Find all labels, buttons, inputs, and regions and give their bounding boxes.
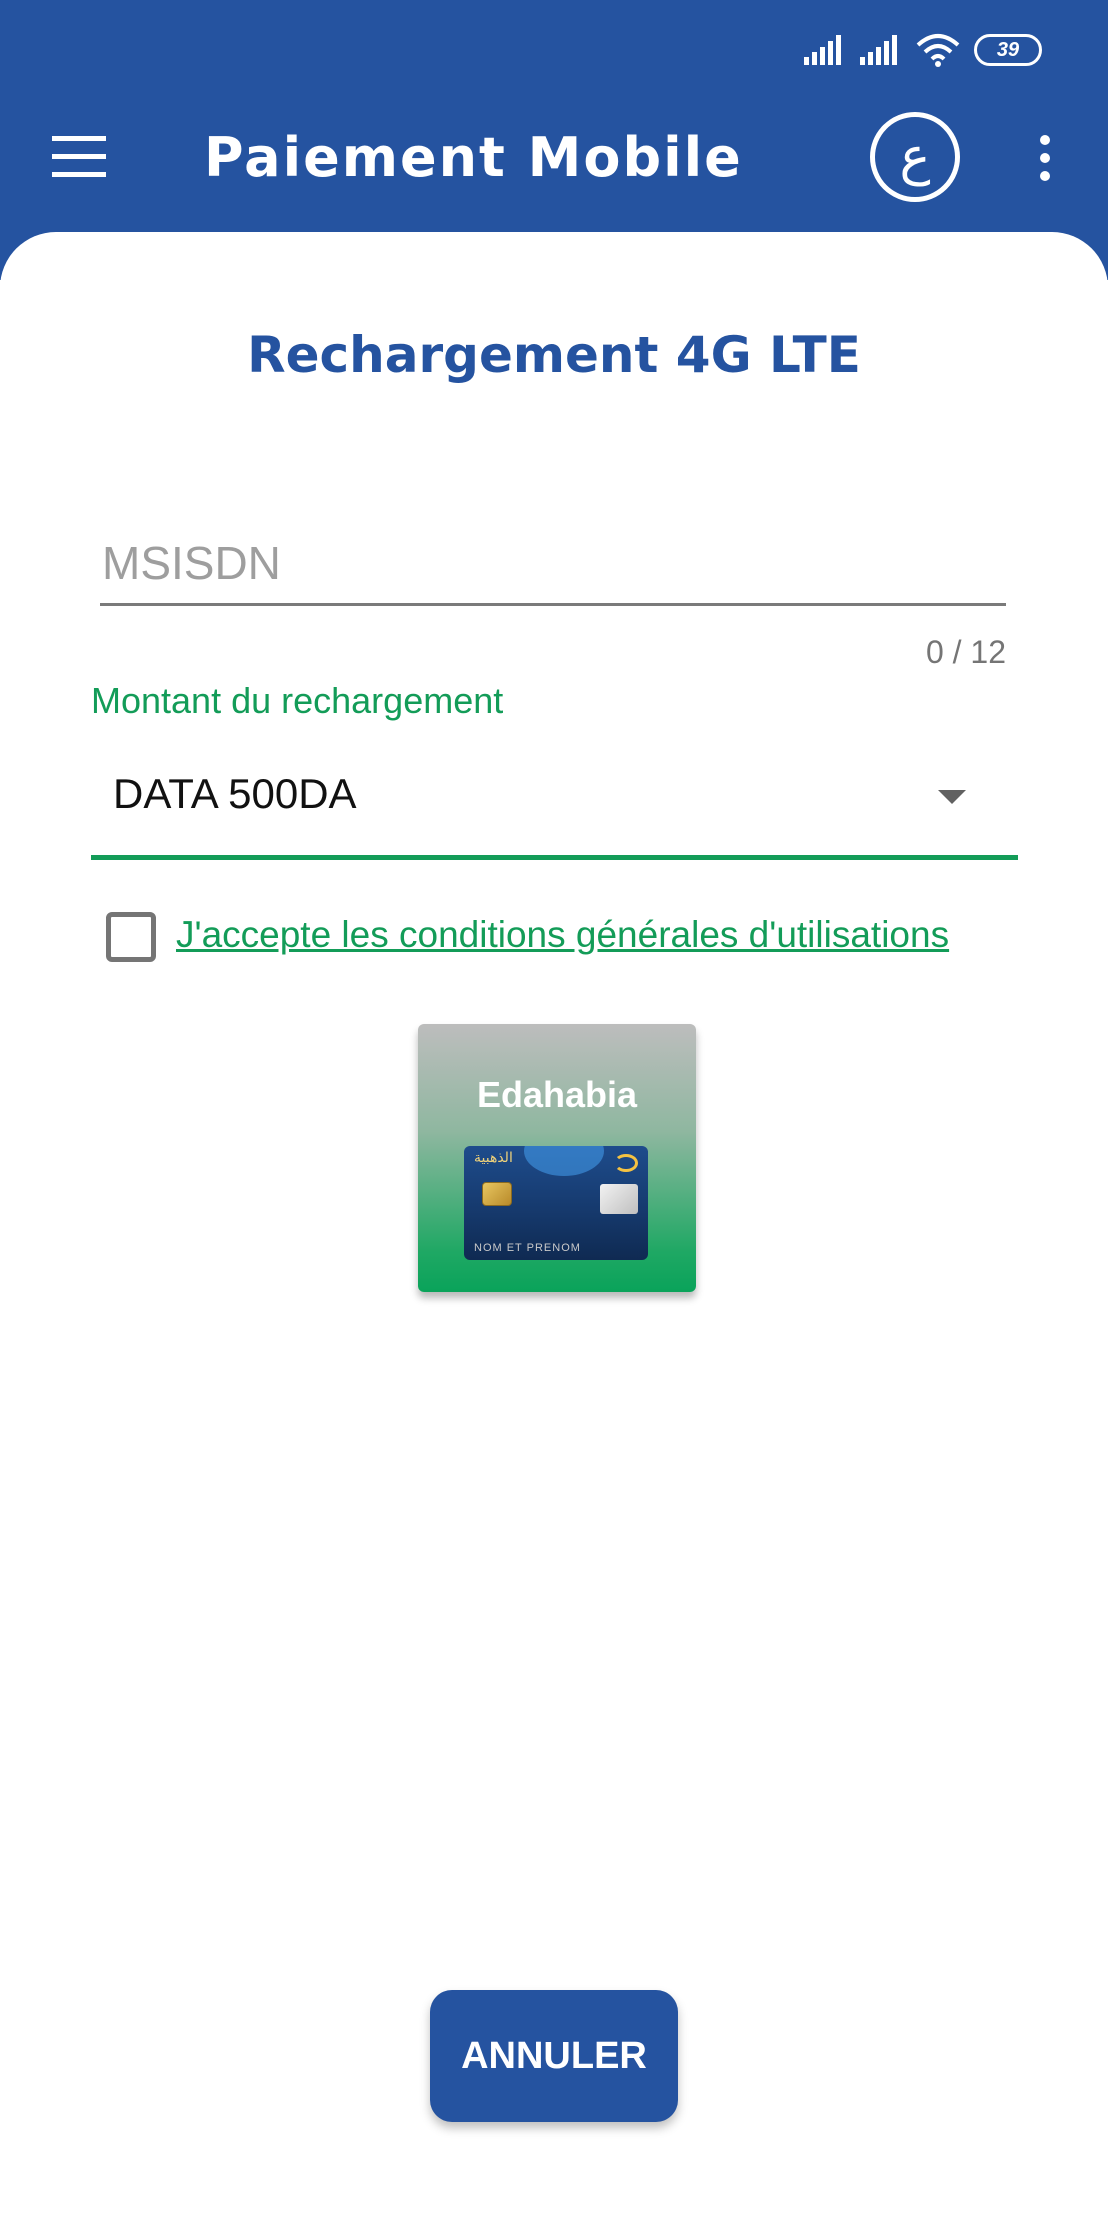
signal-bars-icon <box>804 35 841 65</box>
page-title: Rechargement 4G LTE <box>247 326 861 384</box>
wifi-icon <box>916 34 960 67</box>
amount-selected-value: DATA 500DA <box>113 770 357 817</box>
msisdn-input[interactable] <box>100 522 1006 606</box>
battery-level: 39 <box>996 38 1020 61</box>
card-arabic-label: الذهبية <box>474 1150 513 1166</box>
edahabia-payment-option[interactable]: Edahabia الذهبية NOM ET PRENOM <box>418 1024 696 1292</box>
terms-checkbox[interactable] <box>106 912 156 962</box>
card-hologram-icon <box>600 1184 638 1214</box>
cancel-button[interactable]: ANNULER <box>430 1990 678 2122</box>
payment-option-title: Edahabia <box>476 1074 638 1115</box>
edahabia-card-image: الذهبية NOM ET PRENOM <box>464 1146 648 1260</box>
card-logo-icon <box>614 1154 638 1172</box>
language-toggle-button[interactable]: ع <box>870 112 960 202</box>
app-title: Paiement Mobile <box>204 126 743 189</box>
msisdn-char-counter: 0 / 12 <box>925 634 1006 670</box>
card-chip-icon <box>482 1182 512 1206</box>
amount-dropdown[interactable]: DATA 500DA <box>91 746 1018 860</box>
amount-label: Montant du rechargement <box>91 680 504 721</box>
signal-bars-icon <box>860 35 897 65</box>
terms-link[interactable]: J'accepte les conditions générales d'uti… <box>176 914 949 956</box>
dropdown-arrow-icon <box>938 790 966 804</box>
card-glow <box>524 1146 604 1176</box>
battery-icon: 39 <box>974 34 1042 66</box>
hamburger-menu-icon[interactable] <box>44 128 114 184</box>
card-holder-name: NOM ET PRENOM <box>474 1242 581 1254</box>
more-vertical-icon[interactable] <box>1030 132 1060 184</box>
status-bar: 39 <box>804 30 1042 70</box>
